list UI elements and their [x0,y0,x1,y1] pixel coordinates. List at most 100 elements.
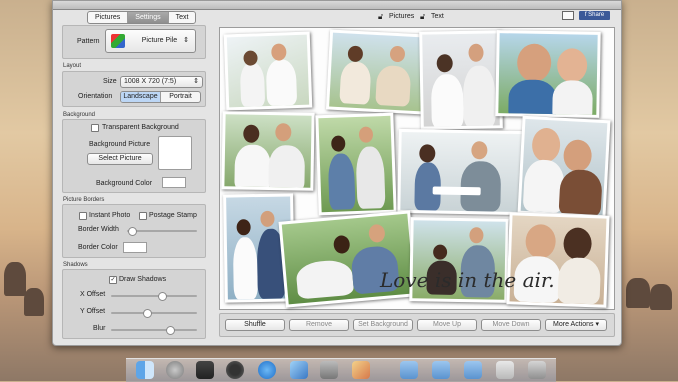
xcode-icon[interactable] [290,361,308,379]
collage-canvas[interactable]: Love is in the air. [219,27,615,310]
photo-5[interactable] [221,111,315,191]
pattern-value: Picture Pile [141,37,178,44]
trash-icon[interactable] [528,361,546,379]
more-actions-button[interactable]: More Actions ▾ [545,319,607,331]
background-picture-well[interactable] [158,136,192,170]
size-label: Size [103,78,117,85]
action-bar: Shuffle Remove Set Background Move Up Mo… [219,313,615,337]
system-prefs-icon[interactable] [320,361,338,379]
photo-app-icon[interactable] [352,361,370,379]
orientation-segmented: Landscape Portrait [120,91,201,103]
photo-12[interactable] [506,212,610,308]
photo-2[interactable] [325,29,429,115]
flamingo-left-2 [24,288,44,316]
dashboard-icon[interactable] [196,361,214,379]
flamingo-right-2 [650,284,672,310]
border-width-slider[interactable] [127,227,197,236]
borders-section-title: Picture Borders [63,197,105,203]
chevron-updown-icon: ⇕ [193,78,199,85]
orientation-portrait[interactable]: Portrait [161,92,200,102]
pattern-label: Pattern [77,38,100,45]
remove-button[interactable]: Remove [289,319,349,331]
flamingo-right-1 [626,278,650,308]
shadows-section-title: Shadows [63,262,88,268]
blur-knob[interactable] [166,326,175,335]
lock-text-icon[interactable]: 🔓︎ [420,12,425,22]
shadows-box: ✓ Draw Shadows X Offset Y Offset Blur [62,269,206,339]
background-box: Transparent Background Background Pictur… [62,119,206,193]
mail-icon[interactable] [562,11,574,20]
border-color-label: Border Color [78,244,118,251]
facebook-share-button[interactable]: f Share [579,11,610,20]
finder-icon[interactable] [136,361,154,379]
tab-pictures[interactable]: Pictures [88,12,129,23]
blur-slider[interactable] [111,326,197,335]
y-offset-slider[interactable] [111,309,197,318]
dock [126,358,556,382]
panel-tabs: Pictures Settings Text [87,11,197,24]
transparent-background-checkbox[interactable] [91,124,99,132]
move-down-button[interactable]: Move Down [481,319,541,331]
text-lock-label[interactable]: Text [431,13,444,20]
pictures-lock-label[interactable]: Pictures [389,13,414,20]
postage-stamp-checkbox[interactable] [139,212,147,220]
lock-pictures-icon[interactable]: 🔓︎ [378,12,383,22]
pattern-select[interactable]: Picture Pile ⇕ [105,29,196,53]
canvas-caption-text[interactable]: Love is in the air. [380,268,555,292]
postage-stamp-label: Postage Stamp [149,212,197,219]
photo-8[interactable] [517,115,611,219]
launchpad-icon[interactable] [166,361,184,379]
folder-icon[interactable] [496,361,514,379]
background-color-label: Background Color [96,180,153,187]
photo-10[interactable] [278,210,418,308]
folder-icon[interactable] [464,361,482,379]
y-offset-label: Y Offset [80,308,106,315]
orientation-landscape[interactable]: Landscape [121,92,161,102]
pattern-icon [111,34,125,48]
background-color-well[interactable] [162,177,186,188]
size-select[interactable]: 1008 X 720 (7:5) ⇕ [120,76,203,88]
chevron-down-icon: ▾ [595,321,599,328]
app-window: Pictures Settings Text Pattern Picture P… [52,0,622,346]
border-width-knob[interactable] [128,227,137,236]
layout-box: Size 1008 X 720 (7:5) ⇕ Orientation Land… [62,71,206,107]
x-offset-knob[interactable] [158,292,167,301]
draw-shadows-checkbox[interactable]: ✓ [109,276,117,284]
y-offset-knob[interactable] [143,309,152,318]
photo-6[interactable] [315,112,397,216]
move-up-button[interactable]: Move Up [417,319,477,331]
layout-section-title: Layout [63,63,82,69]
flamingo-left-1 [4,262,26,296]
select-picture-button[interactable]: Select Picture [87,153,153,165]
clock-icon[interactable] [226,361,244,379]
chevron-updown-icon: ⇕ [183,37,189,44]
pattern-box: Pattern Picture Pile ⇕ [62,25,206,59]
photo-1[interactable] [223,31,313,111]
folder-icon[interactable] [400,361,418,379]
x-offset-slider[interactable] [111,292,197,301]
set-background-button[interactable]: Set Background [353,319,413,331]
instant-photo-label: Instant Photo [89,212,131,219]
orientation-label: Orientation [78,93,113,100]
more-actions-label: More Actions [553,321,594,328]
background-picture-label: Background Picture [89,141,151,148]
instant-photo-checkbox[interactable] [79,212,87,220]
background-section-title: Background [63,112,96,118]
tab-text[interactable]: Text [169,12,196,23]
border-color-well[interactable] [123,242,147,253]
table [432,186,481,196]
tab-settings[interactable]: Settings [128,12,169,23]
folder-icon[interactable] [432,361,450,379]
photo-3[interactable] [419,30,503,130]
x-offset-label: X Offset [80,291,106,298]
settings-panel: Pictures Settings Text Pattern Picture P… [62,11,212,339]
borders-box: Instant Photo Postage Stamp Border Width… [62,204,206,258]
app-store-icon[interactable] [258,361,276,379]
blur-label: Blur [93,325,106,332]
photo-4[interactable] [495,30,601,118]
size-value: 1008 X 720 (7:5) [124,78,177,85]
draw-shadows-label: Draw Shadows [119,276,167,283]
photo-7[interactable] [397,128,527,216]
border-width-label: Border Width [78,226,119,233]
shuffle-button[interactable]: Shuffle [225,319,285,331]
